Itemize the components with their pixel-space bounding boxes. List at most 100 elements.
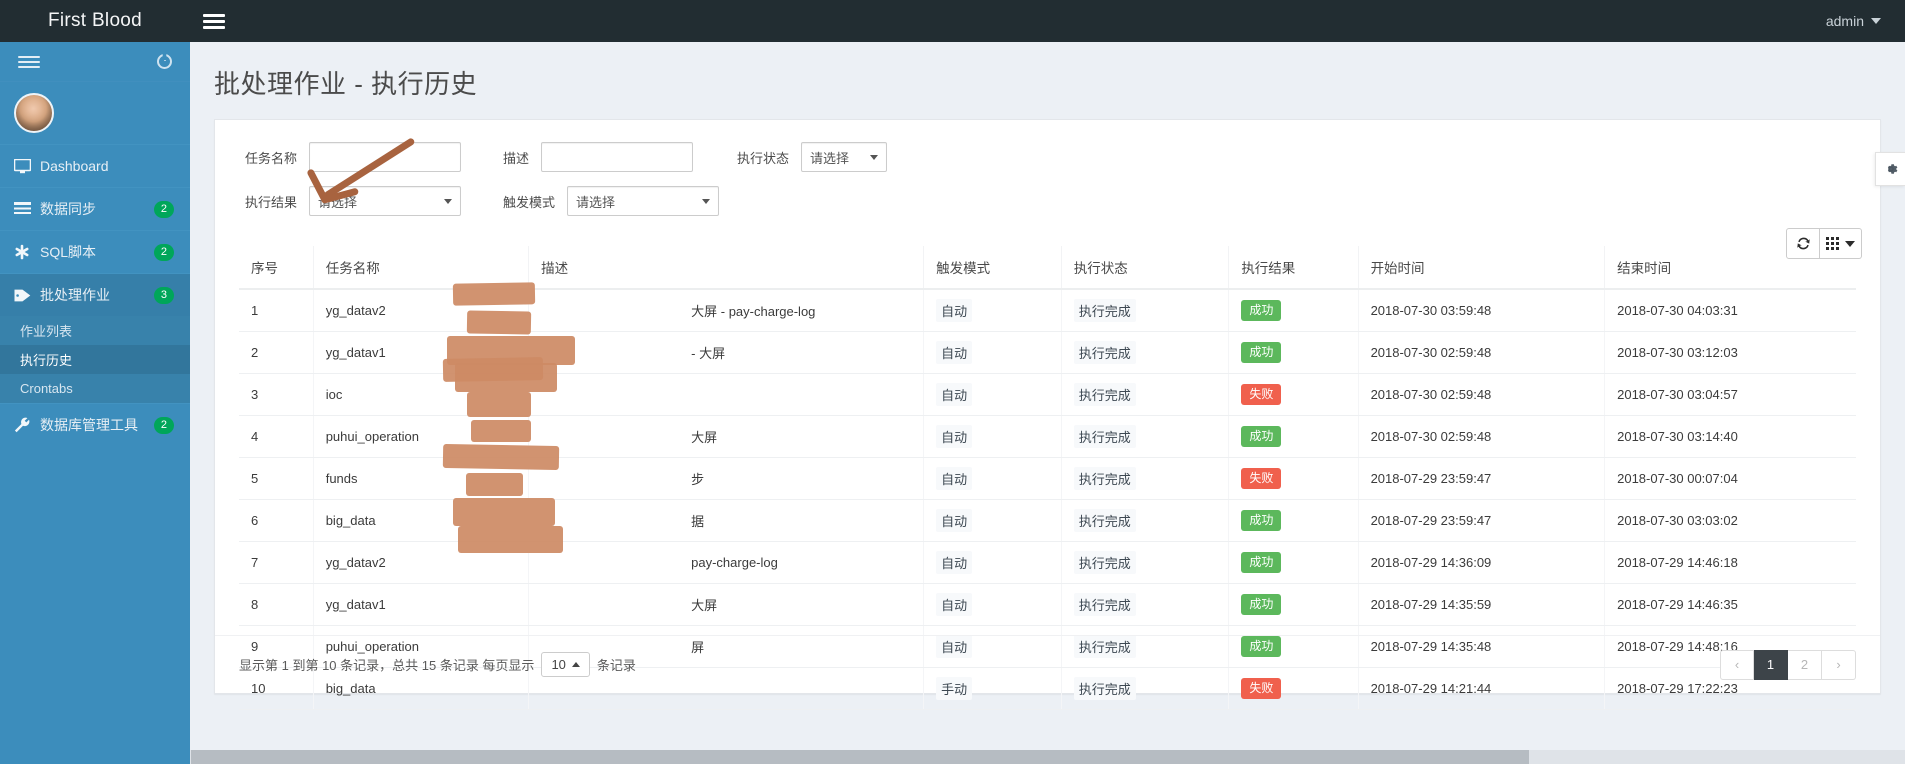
col-header-exec-result[interactable]: 执行结果 (1228, 246, 1359, 290)
chevron-down-icon (444, 198, 453, 204)
chevron-down-icon (1871, 18, 1881, 24)
page-size-selector[interactable]: 10 (541, 652, 590, 677)
sidebar-item-data-sync[interactable]: 数据同步 2 (0, 187, 190, 230)
table-row[interactable]: 3 ioc 自动 执行完成 失败 2018-07-30 02:59:48 2018-07-3… (239, 373, 1856, 416)
task-name-input[interactable] (309, 142, 462, 172)
power-icon[interactable] (157, 54, 172, 69)
list-icon (14, 202, 40, 216)
exec-status-chip: 执行完成 (1073, 425, 1136, 448)
cell-exec-status: 执行完成 (1061, 499, 1230, 542)
table-row[interactable]: 1 yg_datav2 大屏 - pay-charge-log 自动 执行完成 成功 201… (239, 289, 1856, 332)
settings-panel-toggle[interactable] (1875, 152, 1905, 186)
cell-trigger-mode: 自动 (923, 415, 1062, 458)
cell-end-time: 2018-07-29 14:46:18 (1604, 541, 1856, 584)
filter-trigger-mode-group: 触发模式 请选择 (503, 186, 720, 216)
trigger-mode-chip: 自动 (936, 467, 973, 490)
sidebar-subitem-label: 执行历史 (20, 353, 73, 368)
sidebar-badge: 3 (153, 286, 174, 304)
sidebar-item-label: 数据同步 (40, 201, 96, 217)
trigger-mode-chip: 自动 (936, 425, 973, 448)
tag-icon (14, 288, 40, 303)
cell-end-time: 2018-07-30 03:03:02 (1604, 499, 1856, 542)
desc-input[interactable] (541, 142, 694, 172)
hamburger-icon[interactable] (18, 53, 40, 71)
user-menu-label: admin (1825, 13, 1864, 29)
scrollbar-thumb[interactable] (191, 750, 1529, 764)
cell-description: 大屏 (528, 583, 925, 626)
gear-icon (1887, 164, 1897, 174)
hamburger-icon (203, 11, 225, 32)
table-row[interactable]: 8 yg_datav1 大屏 自动 执行完成 成功 2018-07-29 14:35:59 2… (239, 583, 1856, 626)
col-header-exec-status[interactable]: 执行状态 (1061, 246, 1230, 290)
cell-description: pay-charge-log (528, 541, 925, 584)
pagination-page-2[interactable]: 2 (1788, 649, 1822, 680)
exec-result-select[interactable]: 请选择 (309, 186, 462, 216)
sidebar-header (0, 42, 190, 82)
chevron-down-icon (702, 198, 711, 204)
sidebar-item-label: 数据库管理工具 (40, 417, 138, 433)
cell-exec-result: 成功 (1228, 499, 1359, 542)
exec-result-select-value: 请选择 (318, 194, 358, 210)
sidebar-badge: 2 (153, 416, 174, 434)
cell-description-text: 步 (691, 472, 705, 487)
table-row[interactable]: 2 yg_datav1 - 大屏 自动 执行完成 成功 2018-07-30 02:59:4… (239, 331, 1856, 374)
cell-index: 8 (239, 583, 314, 626)
user-menu-button[interactable]: admin (1820, 13, 1887, 29)
navbar-right: admin (1820, 0, 1905, 42)
col-header-task-name[interactable]: 任务名称 (313, 246, 530, 290)
sidebar-subitem-exec-history[interactable]: 执行历史 (0, 345, 190, 374)
status-badge: 失败 (1241, 468, 1282, 489)
sidebar-item-label: 批处理作业 (40, 287, 110, 303)
trigger-mode-chip: 自动 (936, 341, 973, 364)
sidebar-subitem-job-list[interactable]: 作业列表 (0, 316, 190, 345)
pagination-page-1[interactable]: 1 (1754, 649, 1788, 680)
cell-description: 据 (528, 499, 925, 542)
cell-description: 大屏 - pay-charge-log (528, 289, 925, 332)
sidebar-item-batch-job[interactable]: 批处理作业 3 (0, 273, 190, 316)
table-row[interactable]: 4 puhui_operation 大屏 自动 执行完成 成功 2018-07-30 02:… (239, 415, 1856, 458)
trigger-mode-chip: 自动 (936, 299, 973, 322)
cell-task-name: yg_datav2 (313, 289, 530, 332)
table-toolbar (1786, 228, 1862, 259)
sidebar-item-sql-script[interactable]: SQL脚本 2 (0, 230, 190, 273)
column-chooser-button[interactable] (1820, 228, 1862, 259)
cell-description: - 大屏 (528, 331, 925, 374)
sidebar-subitem-label: Crontabs (20, 381, 73, 396)
sidebar-subitem-crontabs[interactable]: Crontabs (0, 374, 190, 403)
filter-task-name-group: 任务名称 (245, 142, 462, 172)
col-header-start-time[interactable]: 开始时间 (1358, 246, 1606, 290)
cell-end-time: 2018-07-30 03:04:57 (1604, 373, 1856, 416)
cell-trigger-mode: 自动 (923, 583, 1062, 626)
page-size-value: 10 (551, 657, 566, 672)
cell-index: 6 (239, 499, 314, 542)
filter-exec-result-group: 执行结果 请选择 (245, 186, 462, 216)
table-row[interactable]: 5 funds 步 自动 执行完成 失败 2018-07-29 23:59:47 2018-0… (239, 457, 1856, 500)
pagination-next[interactable]: › (1822, 649, 1856, 680)
table-row[interactable]: 6 big_data 据 自动 执行完成 成功 2018-07-29 23:59:47 201… (239, 499, 1856, 542)
exec-status-select[interactable]: 请选择 (801, 142, 888, 172)
top-navbar: First Blood admin (0, 0, 1905, 42)
status-badge: 成功 (1241, 552, 1282, 573)
sidebar-item-dashboard[interactable]: Dashboard (0, 144, 190, 187)
cell-start-time: 2018-07-30 02:59:48 (1358, 331, 1606, 374)
exec-status-select-value: 请选择 (810, 150, 850, 166)
cell-start-time: 2018-07-29 14:35:59 (1358, 583, 1606, 626)
cell-description-text: 大屏 - pay-charge-log (691, 304, 816, 319)
app-brand[interactable]: First Blood (0, 0, 190, 42)
col-header-description[interactable]: 描述 (528, 246, 925, 290)
horizontal-scrollbar[interactable] (190, 750, 1905, 764)
cell-exec-result: 成功 (1228, 583, 1359, 626)
col-header-trigger-mode[interactable]: 触发模式 (923, 246, 1062, 290)
filter-exec-result-label: 执行结果 (245, 194, 298, 210)
sidebar-item-db-tools[interactable]: 数据库管理工具 2 (0, 403, 190, 446)
refresh-button[interactable] (1786, 228, 1820, 259)
sidebar-toggle-button[interactable] (190, 0, 238, 42)
table-row[interactable]: 7 yg_datav2 pay-charge-log 自动 执行完成 成功 2018-07-… (239, 541, 1856, 584)
chevron-down-icon (870, 154, 879, 160)
trigger-mode-select[interactable]: 请选择 (567, 186, 720, 216)
cell-description-text: 大屏 (691, 598, 718, 613)
col-header-index[interactable]: 序号 (239, 246, 314, 290)
pagination-prev[interactable]: ‹ (1720, 649, 1754, 680)
cell-end-time: 2018-07-30 00:07:04 (1604, 457, 1856, 500)
cell-description (528, 373, 925, 416)
